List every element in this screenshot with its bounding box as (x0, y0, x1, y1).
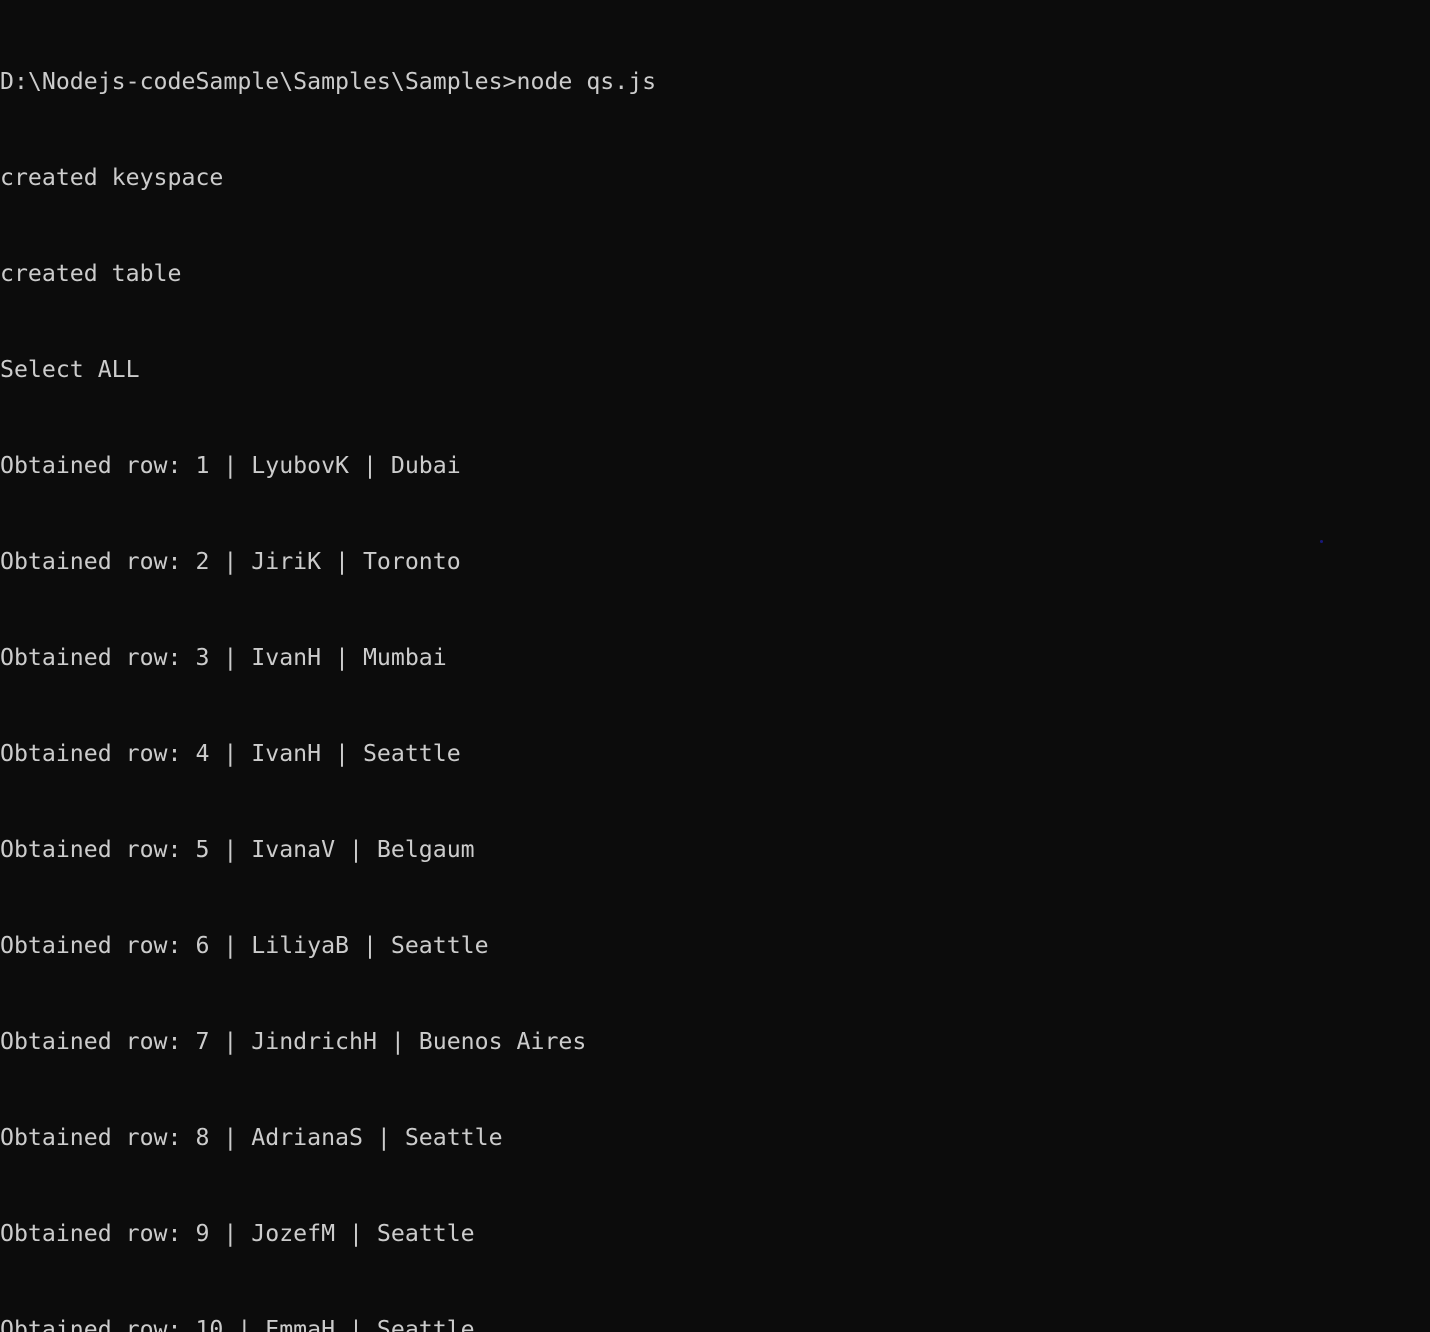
terminal-line-row: Obtained row: 3 | IvanH | Mumbai (0, 644, 447, 671)
terminal-line-row: Obtained row: 1 | LyubovK | Dubai (0, 452, 461, 479)
terminal-line-status: created table (0, 260, 182, 287)
terminal-line-row: Obtained row: 9 | JozefM | Seattle (0, 1220, 475, 1247)
terminal-line-row: Obtained row: 5 | IvanaV | Belgaum (0, 836, 475, 863)
terminal-line-row: Obtained row: 7 | JindrichH | Buenos Air… (0, 1028, 587, 1055)
terminal-line-row: Obtained row: 4 | IvanH | Seattle (0, 740, 461, 767)
terminal-line-row: Obtained row: 10 | EmmaH | Seattle (0, 1316, 475, 1332)
terminal-line-status: Select ALL (0, 356, 140, 383)
terminal-line-status: created keyspace (0, 164, 224, 191)
terminal-output-buffer[interactable]: D:\Nodejs-codeSample\Samples\Samples>nod… (0, 0, 1430, 1332)
terminal-line-row: Obtained row: 6 | LiliyaB | Seattle (0, 932, 489, 959)
terminal-line-row: Obtained row: 2 | JiriK | Toronto (0, 548, 461, 575)
terminal-window[interactable]: D:\Nodejs-codeSample\Samples\Samples>nod… (0, 0, 1430, 1332)
terminal-line-row: Obtained row: 8 | AdrianaS | Seattle (0, 1124, 503, 1151)
terminal-line-prompt: D:\Nodejs-codeSample\Samples\Samples>nod… (0, 68, 657, 95)
